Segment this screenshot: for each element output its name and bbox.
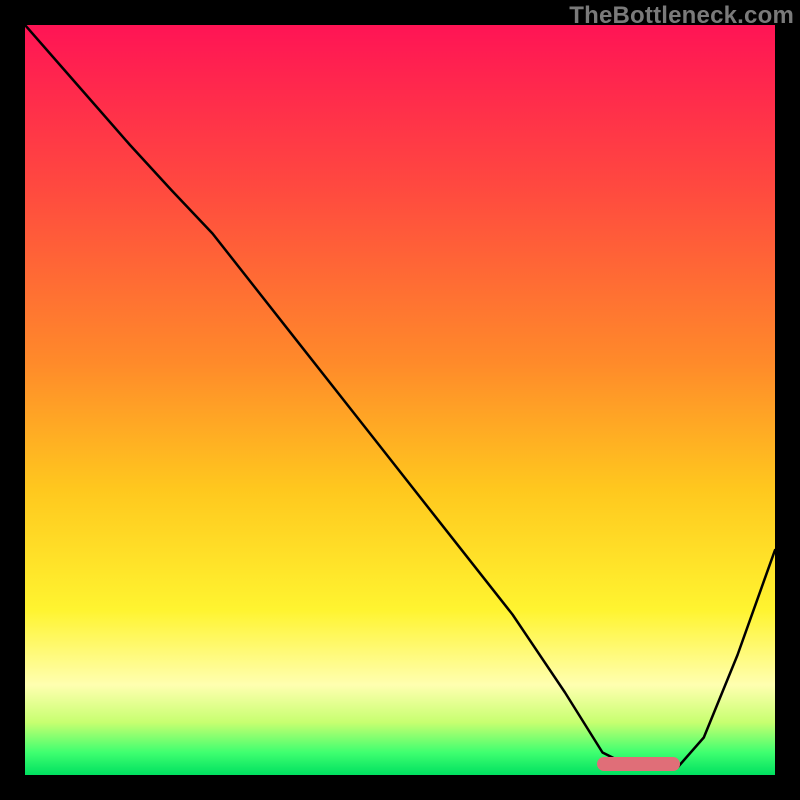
- bottleneck-curve: [25, 25, 775, 775]
- chart-frame: TheBottleneck.com: [0, 0, 800, 800]
- optimal-range-marker: [597, 757, 680, 771]
- plot-area: [25, 25, 775, 775]
